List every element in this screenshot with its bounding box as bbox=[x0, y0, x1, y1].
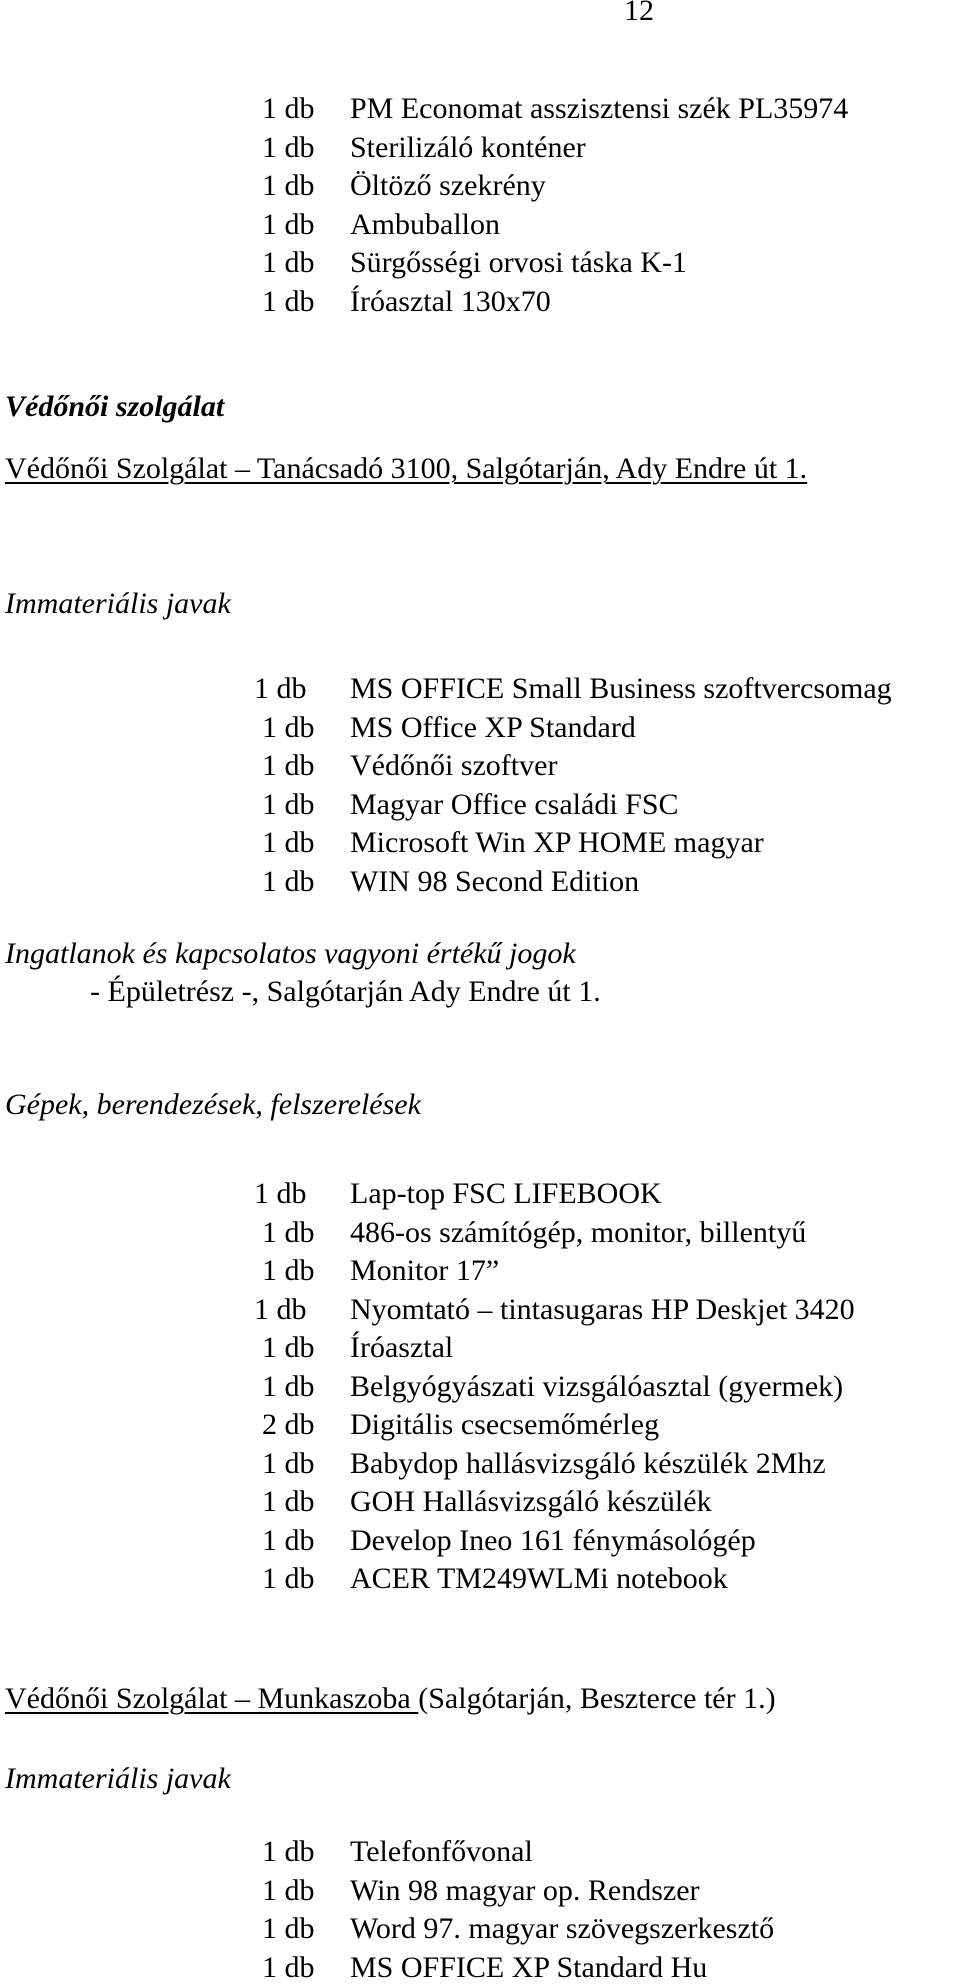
list-item: 1 db Védőnői szoftver bbox=[0, 747, 960, 786]
list-item: 1 db Magyar Office családi FSC bbox=[0, 786, 960, 825]
list-item: 1 db WIN 98 Second Edition bbox=[0, 863, 960, 902]
item-name: Sterilizáló konténer bbox=[350, 129, 586, 167]
item-name: Öltöző szekrény bbox=[350, 167, 546, 205]
item-quantity: 1 db bbox=[262, 747, 315, 785]
item-quantity: 1 db bbox=[262, 1214, 315, 1252]
item-name: Magyar Office családi FSC bbox=[350, 786, 679, 824]
heading-immaterial-2: Immateriális javak bbox=[5, 1760, 231, 1798]
item-quantity: 1 db bbox=[262, 709, 315, 747]
item-name: PM Economat asszisztensi szék PL35974 bbox=[350, 90, 848, 128]
item-quantity: 1 db bbox=[262, 1833, 315, 1871]
immaterial-list-2: 1 db Telefonfővonal 1 db Win 98 magyar op.… bbox=[0, 1833, 960, 1987]
item-name: Develop Ineo 161 fénymásológép bbox=[350, 1522, 756, 1560]
item-quantity: 1 db bbox=[262, 1522, 315, 1560]
list-item: 1 db Telefonfővonal bbox=[0, 1833, 960, 1872]
item-quantity: 1 db bbox=[262, 283, 315, 321]
item-quantity: 1 db bbox=[262, 1252, 315, 1290]
item-name: MS OFFICE XP Standard Hu bbox=[350, 1949, 707, 1987]
item-name: MS Office XP Standard bbox=[350, 709, 636, 747]
list-item: 1 db Monitor 17” bbox=[0, 1252, 960, 1291]
list-item: 1 db Öltöző szekrény bbox=[0, 167, 960, 206]
item-quantity: 1 db bbox=[262, 1910, 315, 1948]
item-name: WIN 98 Second Edition bbox=[350, 863, 639, 901]
item-quantity: 1 db bbox=[262, 1368, 315, 1406]
item-quantity: 2 db bbox=[262, 1406, 315, 1444]
machines-list: 1 db Lap-top FSC LIFEBOOK 1 db 486-os szám… bbox=[0, 1175, 960, 1599]
item-name: Win 98 magyar op. Rendszer bbox=[350, 1872, 700, 1910]
item-name: Belgyógyászati vizsgálóasztal (gyermek) bbox=[350, 1368, 843, 1406]
item-name: Ambuballon bbox=[350, 206, 500, 244]
item-name: Védőnői szoftver bbox=[350, 747, 557, 785]
item-quantity: 1 db bbox=[262, 786, 315, 824]
list-item: 1 db Belgyógyászati vizsgálóasztal (gyerm… bbox=[0, 1368, 960, 1407]
list-item: 1 db Íróasztal bbox=[0, 1329, 960, 1368]
item-name: Lap-top FSC LIFEBOOK bbox=[350, 1175, 662, 1213]
list-item: 2 db Digitális csecsemőmérleg bbox=[0, 1406, 960, 1445]
real-estate-line: - Épületrész -, Salgótarján Ady Endre út… bbox=[90, 973, 601, 1011]
item-quantity: 1 db bbox=[254, 1175, 307, 1213]
heading-machines: Gépek, berendezések, felszerelések bbox=[5, 1086, 421, 1124]
item-name: GOH Hallásvizsgáló készülék bbox=[350, 1483, 712, 1521]
item-quantity: 1 db bbox=[262, 1329, 315, 1367]
item-name: Microsoft Win XP HOME magyar bbox=[350, 824, 764, 862]
section-title-vedonoi: Védőnői szolgálat bbox=[5, 388, 224, 426]
item-quantity: 1 db bbox=[254, 670, 307, 708]
page-number: 12 bbox=[624, 0, 654, 28]
list-item: 1 db Nyomtató – tintasugaras HP Deskjet 3… bbox=[0, 1291, 960, 1330]
list-item: 1 db GOH Hallásvizsgáló készülék bbox=[0, 1483, 960, 1522]
list-item: 1 db Sürgősségi orvosi táska K-1 bbox=[0, 244, 960, 283]
item-quantity: 1 db bbox=[262, 1872, 315, 1910]
heading-real-estate: Ingatlanok és kapcsolatos vagyoni értékű… bbox=[5, 935, 576, 973]
item-name: 486-os számítógép, monitor, billentyű bbox=[350, 1214, 806, 1252]
item-name: Monitor 17” bbox=[350, 1252, 499, 1290]
list-item: 1 db Microsoft Win XP HOME magyar bbox=[0, 824, 960, 863]
list-item: 1 db ACER TM249WLMi notebook bbox=[0, 1560, 960, 1599]
location-munkaszoba-address: (Salgótarján, Beszterce tér 1.) bbox=[418, 1682, 775, 1715]
item-quantity: 1 db bbox=[254, 1291, 307, 1329]
item-name: Babydop hallásvizsgáló készülék 2Mhz bbox=[350, 1445, 826, 1483]
item-quantity: 1 db bbox=[262, 1483, 315, 1521]
immaterial-list-1: 1 db MS OFFICE Small Business szoftvercso… bbox=[0, 670, 960, 901]
list-item: 1 db Develop Ineo 161 fénymásológép bbox=[0, 1522, 960, 1561]
item-quantity: 1 db bbox=[262, 167, 315, 205]
list-item: 1 db PM Economat asszisztensi szék PL3597… bbox=[0, 90, 960, 129]
item-quantity: 1 db bbox=[262, 244, 315, 282]
location-munkaszoba: Védőnői Szolgálat – Munkaszoba (Salgótar… bbox=[5, 1680, 776, 1718]
equipment-list-1: 1 db PM Economat asszisztensi szék PL3597… bbox=[0, 90, 960, 321]
item-quantity: 1 db bbox=[262, 1445, 315, 1483]
list-item: 1 db MS OFFICE XP Standard Hu bbox=[0, 1949, 960, 1987]
list-item: 1 db Sterilizáló konténer bbox=[0, 129, 960, 168]
item-name: Digitális csecsemőmérleg bbox=[350, 1406, 659, 1444]
list-item: 1 db Ambuballon bbox=[0, 206, 960, 245]
list-item: 1 db 486-os számítógép, monitor, billenty… bbox=[0, 1214, 960, 1253]
item-name: Sürgősségi orvosi táska K-1 bbox=[350, 244, 687, 282]
item-quantity: 1 db bbox=[262, 1560, 315, 1598]
list-item: 1 db Word 97. magyar szövegszerkesztő bbox=[0, 1910, 960, 1949]
item-name: Íróasztal bbox=[350, 1329, 453, 1367]
item-quantity: 1 db bbox=[262, 824, 315, 862]
list-item: 1 db Babydop hallásvizsgáló készülék 2Mhz bbox=[0, 1445, 960, 1484]
item-name: Word 97. magyar szövegszerkesztő bbox=[350, 1910, 774, 1948]
heading-immaterial-1: Immateriális javak bbox=[5, 585, 231, 623]
list-item: 1 db MS Office XP Standard bbox=[0, 709, 960, 748]
item-quantity: 1 db bbox=[262, 206, 315, 244]
item-name: Nyomtató – tintasugaras HP Deskjet 3420 bbox=[350, 1291, 855, 1329]
list-item: 1 db Win 98 magyar op. Rendszer bbox=[0, 1872, 960, 1911]
item-quantity: 1 db bbox=[262, 863, 315, 901]
location-munkaszoba-name: Védőnői Szolgálat – Munkaszoba bbox=[5, 1682, 418, 1715]
item-quantity: 1 db bbox=[262, 1949, 315, 1987]
item-name: Telefonfővonal bbox=[350, 1833, 533, 1871]
item-name: Íróasztal 130x70 bbox=[350, 283, 551, 321]
list-item: 1 db Íróasztal 130x70 bbox=[0, 283, 960, 322]
item-quantity: 1 db bbox=[262, 90, 315, 128]
location-tanacsado: Védőnői Szolgálat – Tanácsadó 3100, Salg… bbox=[5, 450, 807, 488]
list-item: 1 db MS OFFICE Small Business szoftvercso… bbox=[0, 670, 960, 709]
list-item: 1 db Lap-top FSC LIFEBOOK bbox=[0, 1175, 960, 1214]
item-name: ACER TM249WLMi notebook bbox=[350, 1560, 728, 1598]
item-quantity: 1 db bbox=[262, 129, 315, 167]
item-name: MS OFFICE Small Business szoftvercsomag bbox=[350, 670, 892, 708]
